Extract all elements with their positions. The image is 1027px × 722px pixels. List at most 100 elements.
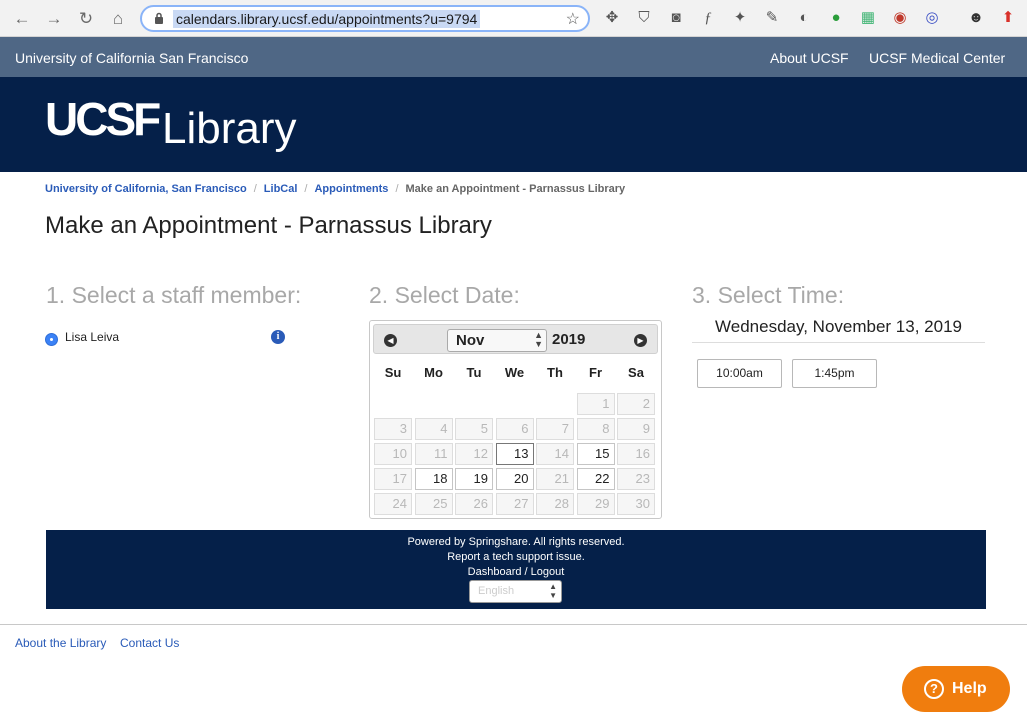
breadcrumb-appointments[interactable]: Appointments: [314, 183, 388, 195]
blue-square-icon[interactable]: ◎: [922, 8, 942, 28]
calendar-day-unavailable: 25: [414, 493, 453, 515]
about-ucsf-link[interactable]: About UCSF: [770, 50, 849, 66]
avatar-icon[interactable]: ☻: [966, 8, 986, 28]
page-title: Make an Appointment - Parnassus Library: [45, 212, 492, 239]
selected-date-heading: Wednesday, November 13, 2019: [692, 317, 985, 343]
ninja-icon[interactable]: ✦: [730, 8, 750, 28]
calendar-day-unavailable: 17: [374, 468, 412, 490]
report-issue-link[interactable]: Report a tech support issue.: [46, 551, 986, 563]
dashboard-logout: Dashboard / Logout: [46, 566, 986, 578]
calendar-day-unavailable: 23: [617, 468, 655, 490]
forward-icon[interactable]: →: [44, 9, 64, 29]
calendar-day-unavailable: 21: [536, 468, 574, 490]
address-bar[interactable]: calendars.library.ucsf.edu/appointments?…: [140, 5, 590, 32]
next-month-icon[interactable]: ▶: [634, 334, 647, 347]
year-label: 2019: [552, 331, 586, 348]
upload-icon[interactable]: ⬆: [998, 8, 1018, 28]
breadcrumb-separator: /: [253, 183, 257, 195]
step-staff-heading: 1. Select a staff member:: [46, 282, 302, 308]
calendar-day-unavailable: 14: [536, 443, 574, 465]
month-value: Nov: [456, 332, 485, 349]
home-icon[interactable]: ⌂: [108, 9, 128, 29]
logo-library: Library: [162, 104, 297, 153]
calendar-day-unavailable: 9: [617, 418, 655, 440]
university-name[interactable]: University of California San Francisco: [15, 50, 248, 66]
calendar-day-available[interactable]: 20: [495, 468, 534, 490]
audio-icon[interactable]: ▦: [858, 8, 878, 28]
url-text[interactable]: calendars.library.ucsf.edu/appointments?…: [173, 10, 481, 28]
time-slot-button[interactable]: 1:45pm: [792, 359, 877, 388]
pocket-icon[interactable]: ⛉: [634, 8, 654, 28]
calendar-day-unavailable: 6: [495, 418, 534, 440]
prev-month-icon[interactable]: ◀: [384, 334, 397, 347]
about-library-link[interactable]: About the Library: [15, 636, 106, 650]
calendar-day-unavailable: 5: [455, 418, 493, 440]
eyedropper-icon[interactable]: ✎: [762, 8, 782, 28]
calendar-day-available[interactable]: 15: [576, 443, 615, 465]
libcal-footer: Powered by Springshare. All rights reser…: [46, 530, 986, 609]
weekday-we: We: [504, 365, 525, 380]
calendar-day-available[interactable]: 18: [414, 468, 453, 490]
calendar-day-unavailable: 12: [455, 443, 493, 465]
staff-radio-selected[interactable]: [45, 333, 58, 346]
weekday-fr: Fr: [589, 365, 602, 380]
back-icon[interactable]: ←: [12, 9, 32, 29]
calendar-header: ◀ Nov ▲ ▼ 2019 ▶: [373, 324, 658, 354]
calendar-day-available[interactable]: 22: [576, 468, 615, 490]
breadcrumb-separator: /: [304, 183, 308, 195]
calendar-day-available[interactable]: 13: [495, 443, 534, 465]
lock-icon: [155, 12, 163, 24]
step-time-heading: 3. Select Time:: [692, 282, 845, 308]
breadcrumb-current: Make an Appointment - Parnassus Library: [405, 183, 626, 195]
select-arrows-icon: ▲ ▼: [549, 582, 557, 600]
reload-icon[interactable]: ↻: [76, 9, 96, 29]
divider: [0, 624, 1027, 625]
green-dot-icon[interactable]: ●: [826, 8, 846, 28]
calendar-day-available[interactable]: 19: [455, 468, 493, 490]
select-arrows-icon: ▲ ▼: [534, 330, 543, 349]
medical-center-link[interactable]: UCSF Medical Center: [869, 50, 1005, 66]
calendar-day-unavailable: 1: [576, 393, 615, 415]
staff-name[interactable]: Lisa Leiva: [65, 330, 119, 344]
calendar-day-unavailable: 8: [576, 418, 615, 440]
calendar-day-unavailable: 28: [536, 493, 574, 515]
help-button[interactable]: ? Help: [902, 666, 1010, 712]
time-slot-button[interactable]: 10:00am: [697, 359, 782, 388]
language-select[interactable]: English ▲ ▼: [469, 580, 562, 603]
info-icon[interactable]: i: [271, 330, 285, 344]
logout-link[interactable]: Logout: [531, 566, 565, 578]
calendar-day-unavailable: 29: [576, 493, 615, 515]
calendar-day-unavailable: 11: [414, 443, 453, 465]
breadcrumb-separator: /: [395, 183, 399, 195]
breadcrumb-libcal[interactable]: LibCal: [264, 183, 298, 195]
weekday-mo: Mo: [424, 365, 443, 380]
calendar-day-unavailable: 30: [617, 493, 655, 515]
staff-option[interactable]: Lisa Leiva i: [45, 330, 285, 350]
bookmark-star-icon[interactable]: ☆: [566, 9, 580, 29]
help-label: Help: [952, 680, 987, 697]
move-icon[interactable]: ✥: [602, 8, 622, 28]
powered-by-text[interactable]: Powered by Springshare. All rights reser…: [46, 536, 986, 548]
step-date-heading: 2. Select Date:: [369, 282, 520, 308]
calendar-day-unavailable: 2: [617, 393, 655, 415]
breadcrumb-ucsf[interactable]: University of California, San Francisco: [45, 183, 247, 195]
calendar-day-unavailable: 3: [374, 418, 412, 440]
calendar-day-unavailable: 4: [414, 418, 453, 440]
color-wheel-icon[interactable]: ◉: [890, 8, 910, 28]
circle-g-icon[interactable]: ◐: [794, 8, 814, 28]
calendar-day-unavailable: 26: [455, 493, 493, 515]
font-icon[interactable]: ƒ: [698, 8, 718, 28]
calendar-day-unavailable: 24: [374, 493, 412, 515]
browser-toolbar: ← → ↻ ⌂ calendars.library.ucsf.edu/appoi…: [0, 0, 1027, 37]
breadcrumb: University of California, San Francisco /…: [45, 183, 625, 195]
calendar-day-unavailable: 7: [536, 418, 574, 440]
month-select[interactable]: Nov ▲ ▼: [447, 329, 547, 352]
university-bar: University of California San Francisco A…: [0, 37, 1027, 77]
weekday-sa: Sa: [628, 365, 644, 380]
dashboard-link[interactable]: Dashboard: [468, 566, 522, 578]
contact-us-link[interactable]: Contact Us: [120, 636, 179, 650]
calendar-day-unavailable: 10: [374, 443, 412, 465]
date-picker: ◀ Nov ▲ ▼ 2019 ▶ Su Mo Tu We Th Fr Sa 123…: [369, 320, 662, 519]
camera-icon[interactable]: ◙: [666, 8, 686, 28]
library-header: UCSF Library: [0, 77, 1027, 172]
